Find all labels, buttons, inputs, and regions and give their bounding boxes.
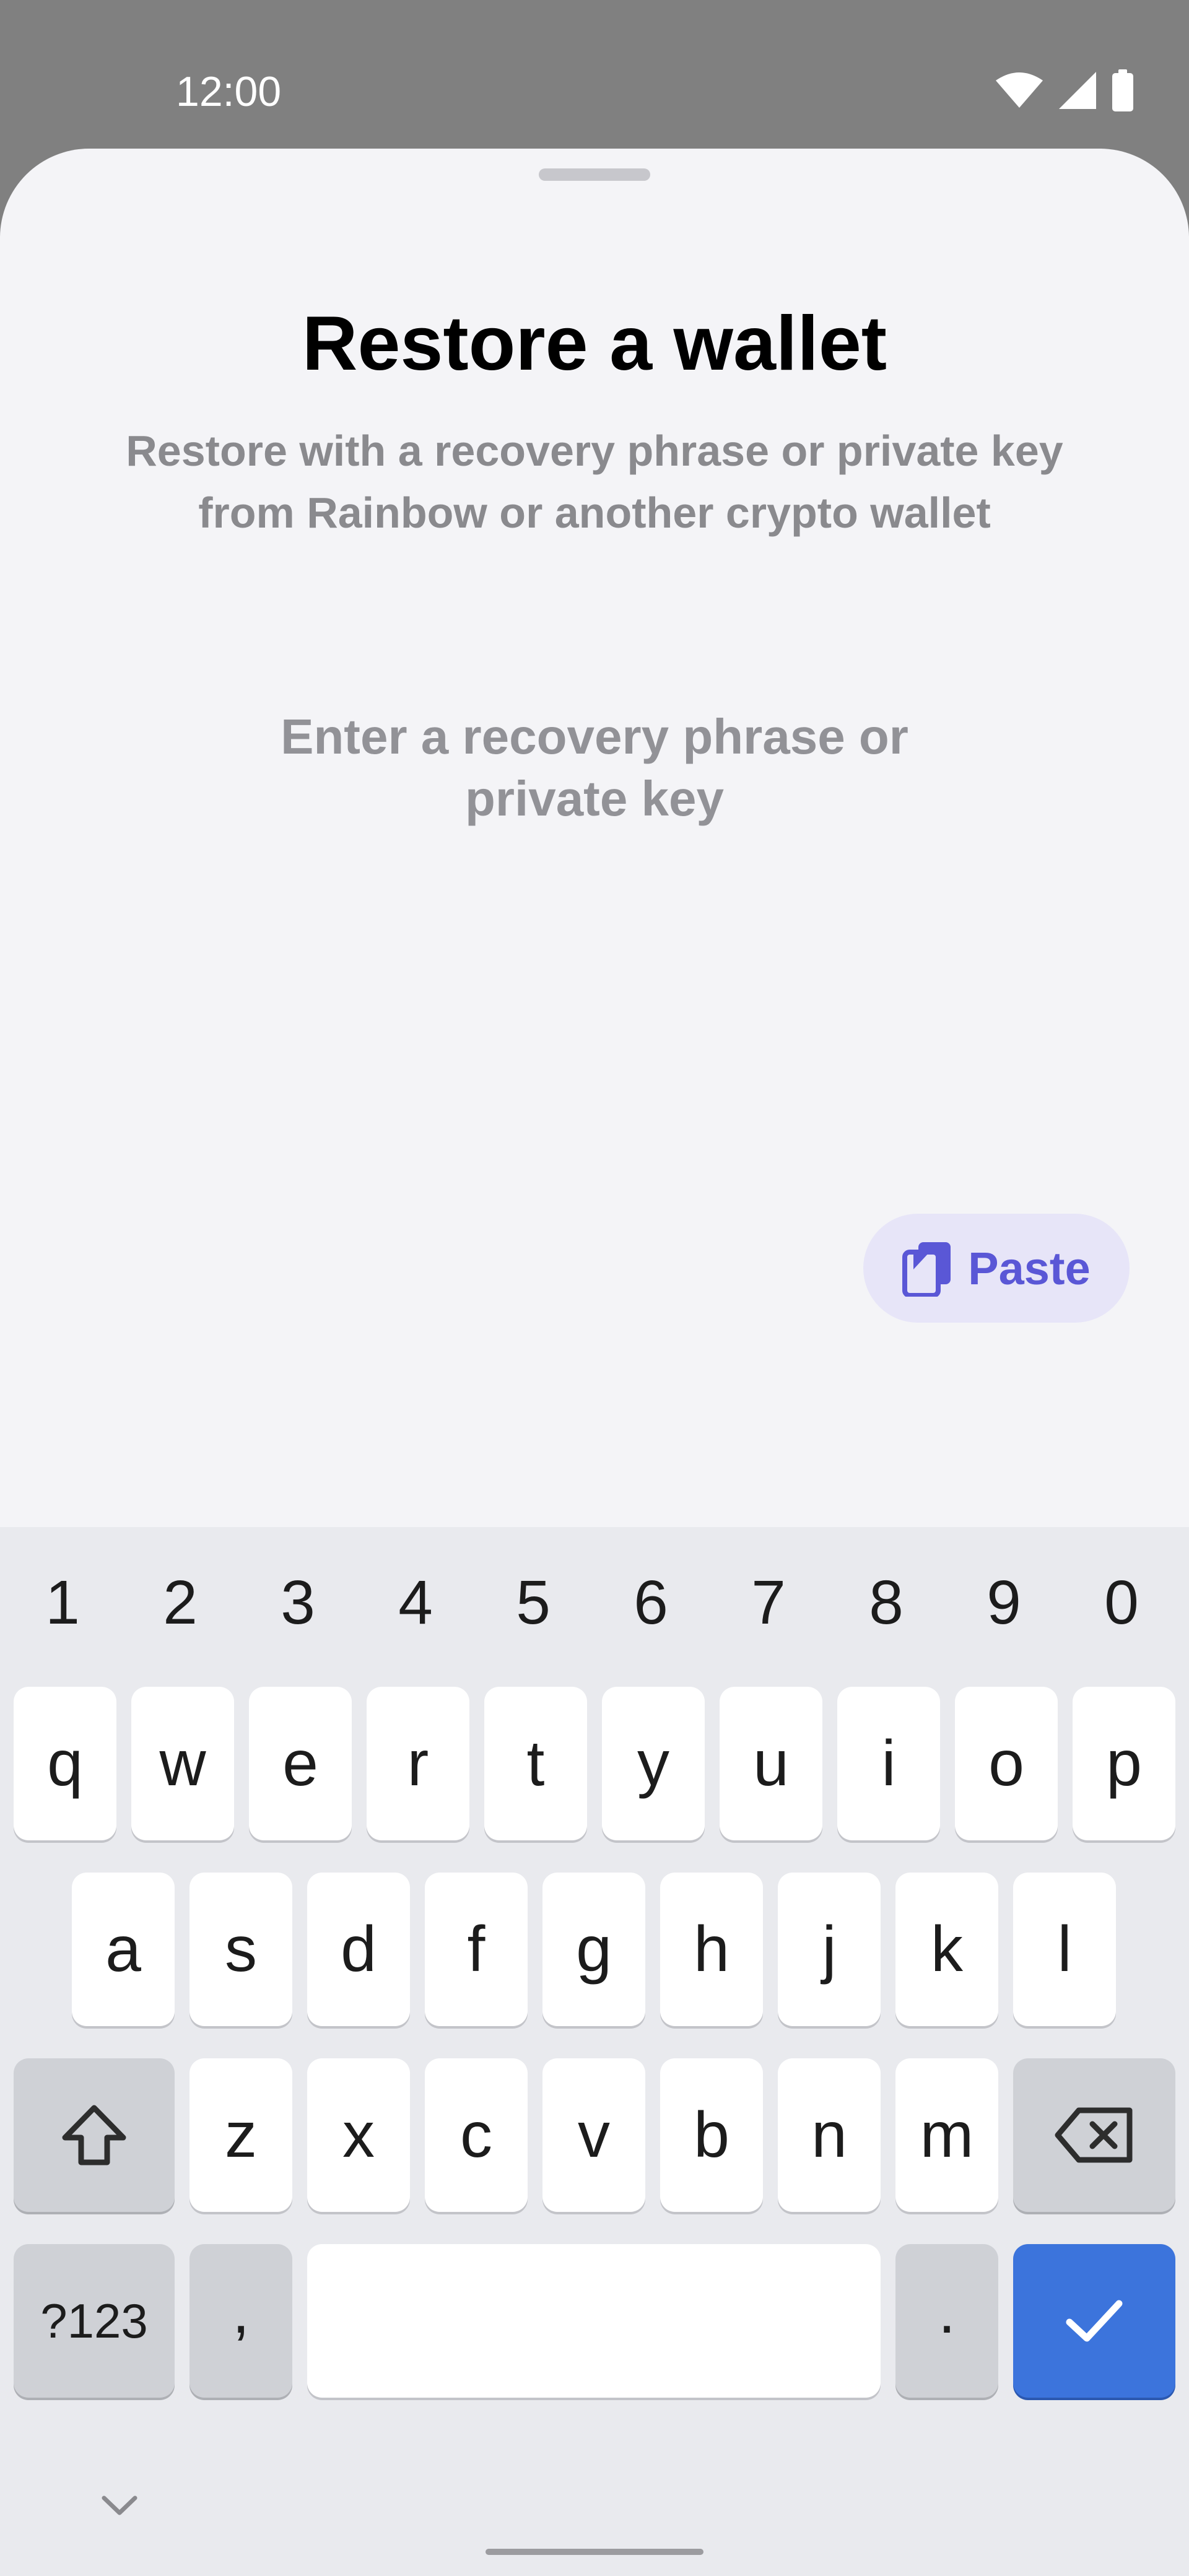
enter-key[interactable] [1013,2244,1175,2398]
key-e[interactable]: e [249,1687,352,1840]
home-indicator[interactable] [486,2549,703,2555]
symbols-key[interactable]: ?123 [14,2244,175,2398]
number-row: 1 2 3 4 5 6 7 8 9 0 [0,1527,1189,1669]
key-u[interactable]: u [720,1687,822,1840]
key-l[interactable]: l [1013,1873,1116,2026]
key-o[interactable]: o [955,1687,1058,1840]
keyboard: 1 2 3 4 5 6 7 8 9 0 q w e r t y u i o p … [0,1527,1189,2576]
checkmark-icon [1066,2300,1123,2342]
key-4[interactable]: 4 [357,1553,474,1652]
key-t[interactable]: t [484,1687,587,1840]
key-d[interactable]: d [307,1873,410,2026]
clipboard-icon [902,1242,951,1297]
key-0[interactable]: 0 [1063,1553,1180,1652]
key-s[interactable]: s [189,1873,292,2026]
key-2[interactable]: 2 [121,1553,239,1652]
key-1[interactable]: 1 [4,1553,121,1652]
signal-icon [1059,72,1096,109]
chevron-down-icon[interactable] [98,2492,141,2519]
key-m[interactable]: m [895,2058,998,2212]
key-b[interactable]: b [660,2058,763,2212]
shift-icon [62,2105,126,2165]
restore-wallet-sheet: Restore a wallet Restore with a recovery… [0,149,1189,2576]
subtitle-line-1: Restore with a recovery phrase or privat… [126,427,1063,475]
key-q[interactable]: q [14,1687,116,1840]
backspace-icon [1055,2107,1133,2163]
key-6[interactable]: 6 [592,1553,710,1652]
key-r[interactable]: r [367,1687,469,1840]
key-3[interactable]: 3 [239,1553,357,1652]
key-i[interactable]: i [837,1687,940,1840]
sheet-grabber[interactable] [539,168,650,181]
key-a[interactable]: a [72,1873,175,2026]
status-icons [995,68,1135,113]
period-key[interactable]: . [895,2244,998,2398]
key-p[interactable]: p [1073,1687,1175,1840]
key-w[interactable]: w [131,1687,234,1840]
subtitle-line-2: from Rainbow or another crypto wallet [198,489,991,537]
battery-icon [1112,69,1133,111]
space-key[interactable] [307,2244,881,2398]
input-placeholder-line-2: private key [464,771,725,826]
key-v[interactable]: v [542,2058,645,2212]
key-5[interactable]: 5 [474,1553,592,1652]
backspace-key[interactable] [1013,2058,1175,2212]
comma-key[interactable]: , [189,2244,292,2398]
key-9[interactable]: 9 [945,1553,1063,1652]
key-x[interactable]: x [307,2058,410,2212]
key-c[interactable]: c [425,2058,528,2212]
key-g[interactable]: g [542,1873,645,2026]
shift-key[interactable] [14,2058,175,2212]
key-h[interactable]: h [660,1873,763,2026]
key-8[interactable]: 8 [827,1553,945,1652]
wifi-icon [996,72,1043,108]
key-7[interactable]: 7 [710,1553,827,1652]
key-n[interactable]: n [778,2058,881,2212]
input-placeholder-line-1: Enter a recovery phrase or [281,709,908,764]
paste-label: Paste [968,1242,1091,1294]
key-k[interactable]: k [895,1873,998,2026]
key-z[interactable]: z [189,2058,292,2212]
status-bar: 12:00 [0,0,1189,149]
key-f[interactable]: f [425,1873,528,2026]
recovery-phrase-input[interactable]: Enter a recovery phrase or private key [223,706,966,830]
page-subtitle: Restore with a recovery phrase or privat… [99,420,1090,544]
key-y[interactable]: y [602,1687,705,1840]
page-title: Restore a wallet [302,301,887,386]
paste-button[interactable]: Paste [863,1214,1130,1323]
key-j[interactable]: j [778,1873,881,2026]
status-time: 12:00 [176,68,282,115]
